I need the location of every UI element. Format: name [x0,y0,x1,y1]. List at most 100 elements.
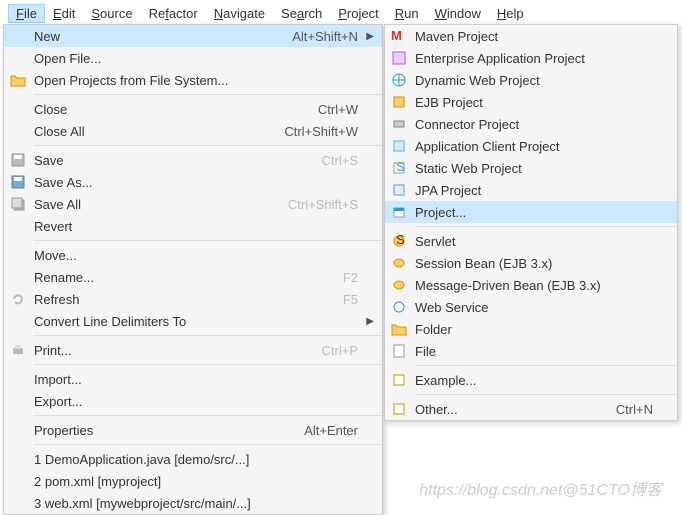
menu-item-label: EJB Project [415,95,653,110]
new-menu-item-15[interactable]: File [385,340,677,362]
print-icon [8,342,28,358]
menubar-search[interactable]: Search [273,4,330,23]
menu-item-label: Enterprise Application Project [415,51,653,66]
file-menu-item-26[interactable]: 3 web.xml [mywebproject/src/main/...] [4,492,382,514]
shortcut: Ctrl+S [322,153,358,168]
blank-icon [8,422,28,438]
file-menu-item-8[interactable]: Save As... [4,171,382,193]
folder2-icon [389,321,409,337]
menu-item-label: File [415,344,653,359]
file-menu-item-14: RefreshF5 [4,288,382,310]
menu-item-label: Close [34,102,298,117]
new-menu-item-0[interactable]: MMaven Project [385,25,677,47]
blank-icon [8,371,28,387]
web-icon [389,72,409,88]
file-menu-item-20[interactable]: Export... [4,390,382,412]
blank-icon [8,101,28,117]
new-menu-item-7[interactable]: JPA Project [385,179,677,201]
menubar-help[interactable]: Help [489,4,532,23]
menu-item-label: Message-Driven Bean (EJB 3.x) [415,278,653,293]
servlet-icon: S [389,233,409,249]
new-menu-item-5[interactable]: Application Client Project [385,135,677,157]
blank-icon [8,473,28,489]
file-menu-item-9: Save AllCtrl+Shift+S [4,193,382,215]
file-menu-item-2[interactable]: Open Projects from File System... [4,69,382,91]
menu-item-label: Move... [34,248,358,263]
file-menu-item-7: SaveCtrl+S [4,149,382,171]
new-menu-item-8[interactable]: Project... [385,201,677,223]
separator [34,240,382,241]
file-menu-item-22[interactable]: PropertiesAlt+Enter [4,419,382,441]
conn-icon [389,116,409,132]
ws-icon [389,299,409,315]
app-icon [389,138,409,154]
menubar-project[interactable]: Project [330,4,386,23]
menu-item-label: Web Service [415,300,653,315]
ear-icon [389,50,409,66]
menubar-navigate[interactable]: Navigate [206,4,273,23]
file-menu-item-24[interactable]: 1 DemoApplication.java [demo/src/...] [4,448,382,470]
separator [34,335,382,336]
new-menu-item-17[interactable]: Example... [385,369,677,391]
separator [415,394,677,395]
new-menu-item-11[interactable]: Session Bean (EJB 3.x) [385,252,677,274]
svg-text:M: M [391,29,402,43]
new-menu-item-19[interactable]: Other...Ctrl+N [385,398,677,420]
file-menu-item-12: Move... [4,244,382,266]
new-menu-item-4[interactable]: Connector Project [385,113,677,135]
menu-item-label: JPA Project [415,183,653,198]
menubar-source[interactable]: Source [83,4,140,23]
menu-item-label: Dynamic Web Project [415,73,653,88]
menubar-edit[interactable]: Edit [45,4,83,23]
file-menu-item-4[interactable]: CloseCtrl+W [4,98,382,120]
separator [415,226,677,227]
blank-icon [8,50,28,66]
new-menu-item-12[interactable]: Message-Driven Bean (EJB 3.x) [385,274,677,296]
new-menu-item-13[interactable]: Web Service [385,296,677,318]
menu-item-label: Rename... [34,270,323,285]
static-icon: S [389,160,409,176]
file-menu-item-15[interactable]: Convert Line Delimiters To▶ [4,310,382,332]
menubar-window[interactable]: Window [427,4,489,23]
new-menu-item-6[interactable]: SStatic Web Project [385,157,677,179]
svg-text:S: S [396,161,405,174]
new-menu-item-10[interactable]: SServlet [385,230,677,252]
file-menu-item-5[interactable]: Close AllCtrl+Shift+W [4,120,382,142]
menu-item-label: Project... [415,205,653,220]
menu-item-label: 1 DemoApplication.java [demo/src/...] [34,452,358,467]
folder-icon [8,72,28,88]
file-menu-item-13: Rename...F2 [4,266,382,288]
file-menu-item-10: Revert [4,215,382,237]
menu-item-label: Print... [34,343,302,358]
separator [415,365,677,366]
blank-icon [8,451,28,467]
blank-icon [8,495,28,511]
menubar-file[interactable]: File [8,4,45,23]
menu-item-label: New [34,29,272,44]
submenu-arrow-icon: ▶ [366,31,374,42]
new-menu-item-14[interactable]: Folder [385,318,677,340]
menubar-run[interactable]: Run [387,4,427,23]
separator [34,444,382,445]
menu-item-label: Open Projects from File System... [34,73,358,88]
blank-icon [8,269,28,285]
other-icon [389,401,409,417]
file-menu-item-19[interactable]: Import... [4,368,382,390]
new-menu-item-3[interactable]: EJB Project [385,91,677,113]
menu-item-label: Connector Project [415,117,653,132]
ex-icon [389,372,409,388]
shortcut: Ctrl+Shift+W [284,124,358,139]
menubar-refactor[interactable]: Refactor [141,4,206,23]
shortcut: Alt+Enter [304,423,358,438]
file-menu-item-1[interactable]: Open File... [4,47,382,69]
new-menu-item-2[interactable]: Dynamic Web Project [385,69,677,91]
separator [34,415,382,416]
refresh-icon [8,291,28,307]
menu-item-label: Export... [34,394,358,409]
new-menu-item-1[interactable]: Enterprise Application Project [385,47,677,69]
menu-item-label: Folder [415,322,653,337]
file-menu-item-25[interactable]: 2 pom.xml [myproject] [4,470,382,492]
menu-item-label: Convert Line Delimiters To [34,314,358,329]
separator [34,364,382,365]
file-menu-item-0[interactable]: NewAlt+Shift+N▶ [4,25,382,47]
